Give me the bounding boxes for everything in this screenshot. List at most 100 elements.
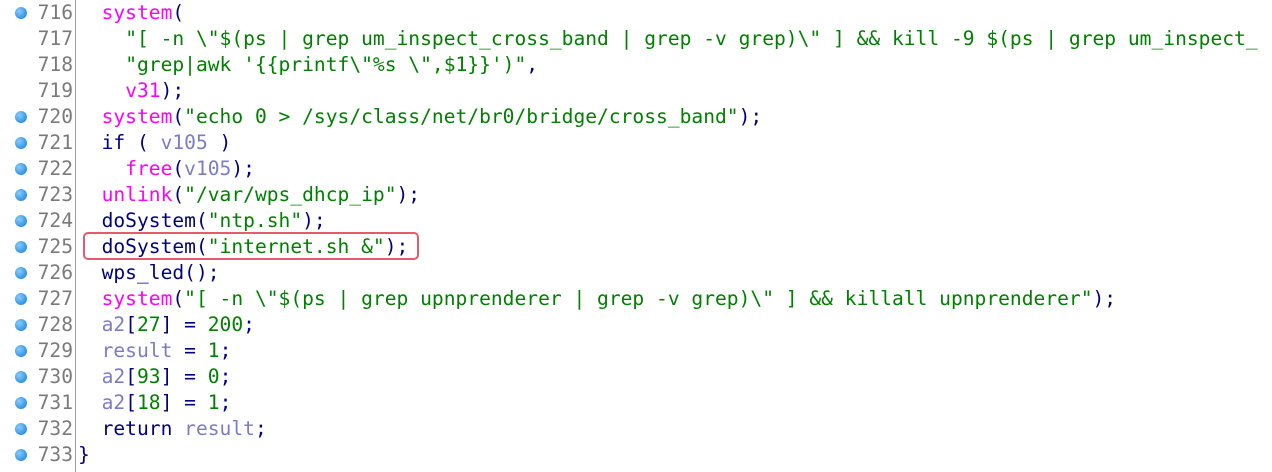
code-text: return result; bbox=[78, 416, 267, 442]
code-line[interactable]: 717 "[ -n \"$(ps | grep um_inspect_cross… bbox=[0, 26, 1272, 52]
code-text: system("echo 0 > /sys/class/net/br0/brid… bbox=[78, 104, 763, 130]
code-token: [ bbox=[125, 313, 137, 336]
code-token: ] = bbox=[160, 391, 208, 414]
code-line[interactable]: 726 wps_led(); bbox=[0, 260, 1272, 286]
line-number: 720 bbox=[37, 105, 73, 128]
line-number: 733 bbox=[37, 443, 73, 466]
pseudocode-view[interactable]: 716 system(717 "[ -n \"$(ps | grep um_in… bbox=[0, 0, 1272, 472]
code-token: ); bbox=[160, 79, 185, 102]
code-text: system("[ -n \"$(ps | grep upnprenderer … bbox=[78, 286, 1117, 312]
code-line[interactable]: 722 free(v105); bbox=[0, 156, 1272, 182]
line-number: 718 bbox=[37, 53, 73, 76]
code-token: free bbox=[125, 157, 173, 180]
code-token: ] = bbox=[160, 365, 208, 388]
line-number: 728 bbox=[37, 313, 73, 336]
code-token: ); bbox=[1092, 287, 1117, 310]
line-number: 716 bbox=[37, 1, 73, 24]
code-token: ); bbox=[396, 183, 421, 206]
code-line[interactable]: 725 doSystem("internet.sh &"); bbox=[0, 234, 1272, 260]
code-token: = bbox=[172, 339, 208, 362]
code-token: ); bbox=[738, 105, 763, 128]
code-token: unlink bbox=[101, 183, 173, 206]
code-line[interactable]: 721 if ( v105 ) bbox=[0, 130, 1272, 156]
code-text: if ( v105 ) bbox=[78, 130, 232, 156]
code-line[interactable]: 730 a2[93] = 0; bbox=[0, 364, 1272, 390]
code-token: ( bbox=[172, 287, 185, 310]
code-token: ; bbox=[243, 313, 255, 336]
code-token: ); bbox=[302, 209, 326, 232]
code-token: 1 bbox=[207, 391, 220, 414]
code-token: [ bbox=[125, 391, 137, 414]
line-number: 732 bbox=[37, 417, 73, 440]
code-text: result = 1; bbox=[78, 338, 232, 364]
code-token: ( bbox=[172, 105, 185, 128]
code-token: 93 bbox=[136, 365, 161, 388]
code-token: ; bbox=[219, 365, 232, 388]
code-token: a2 bbox=[101, 313, 126, 336]
code-token: a2 bbox=[101, 365, 126, 388]
code-token: ( bbox=[172, 1, 185, 24]
code-line[interactable]: 718 "grep|awk '{{printf\"%s \",$1}}')", bbox=[0, 52, 1272, 78]
code-line[interactable]: 729 result = 1; bbox=[0, 338, 1272, 364]
code-line[interactable]: 732 return result; bbox=[0, 416, 1272, 442]
code-text: a2[18] = 1; bbox=[78, 390, 232, 416]
code-token: system bbox=[101, 105, 173, 128]
line-number: 717 bbox=[37, 27, 73, 50]
code-line[interactable]: 727 system("[ -n \"$(ps | grep upnprende… bbox=[0, 286, 1272, 312]
code-text: } bbox=[78, 442, 90, 468]
code-token: ( bbox=[172, 183, 185, 206]
line-number: 719 bbox=[37, 79, 73, 102]
code-token: result bbox=[184, 417, 255, 440]
code-token: "[ -n \"$(ps | grep um_inspect_cross_ban… bbox=[125, 27, 1258, 50]
code-line[interactable]: 716 system( bbox=[0, 0, 1272, 26]
code-text: wps_led(); bbox=[78, 260, 220, 286]
code-token: system bbox=[101, 1, 173, 24]
line-number: 727 bbox=[37, 287, 73, 310]
code-text: free(v105); bbox=[78, 156, 255, 182]
code-token: ; bbox=[219, 391, 232, 414]
code-text: "grep|awk '{{printf\"%s \",$1}}')", bbox=[78, 52, 538, 78]
code-text: "[ -n \"$(ps | grep um_inspect_cross_ban… bbox=[78, 26, 1258, 52]
code-line[interactable]: 720 system("echo 0 > /sys/class/net/br0/… bbox=[0, 104, 1272, 130]
line-number: 721 bbox=[37, 131, 73, 154]
code-line[interactable]: 724 doSystem("ntp.sh"); bbox=[0, 208, 1272, 234]
code-token: v31 bbox=[125, 79, 161, 102]
code-token: v105 bbox=[184, 157, 232, 180]
line-number: 722 bbox=[37, 157, 73, 180]
code-text: a2[27] = 200; bbox=[78, 312, 255, 338]
code-line[interactable]: 728 a2[27] = 200; bbox=[0, 312, 1272, 338]
code-token: result bbox=[101, 339, 173, 362]
code-token: a2 bbox=[101, 391, 126, 414]
line-number: 724 bbox=[37, 209, 73, 232]
code-line[interactable]: 719 v31); bbox=[0, 78, 1272, 104]
line-number: 731 bbox=[37, 391, 73, 414]
code-token: ; bbox=[219, 339, 232, 362]
line-number: 730 bbox=[37, 365, 73, 388]
code-token: 18 bbox=[136, 391, 161, 414]
code-token: v105 bbox=[160, 131, 208, 154]
line-number: 725 bbox=[37, 235, 73, 258]
code-text: system( bbox=[78, 0, 185, 26]
code-line[interactable]: 723 unlink("/var/wps_dhcp_ip"); bbox=[0, 182, 1272, 208]
code-token: system bbox=[101, 287, 173, 310]
line-number: 723 bbox=[37, 183, 73, 206]
code-text: doSystem("internet.sh &"); bbox=[78, 234, 409, 260]
code-token: if ( bbox=[78, 131, 161, 154]
line-number: 729 bbox=[37, 339, 73, 362]
code-token: ); bbox=[231, 157, 255, 180]
code-token: 27 bbox=[136, 313, 161, 336]
code-line[interactable]: 733} bbox=[0, 442, 1272, 468]
code-line[interactable]: 731 a2[18] = 1; bbox=[0, 390, 1272, 416]
code-token: ) bbox=[207, 131, 232, 154]
code-token: [ bbox=[125, 365, 137, 388]
line-number: 726 bbox=[37, 261, 73, 284]
code-token: "[ -n \"$(ps | grep upnprenderer | grep … bbox=[184, 287, 1093, 310]
